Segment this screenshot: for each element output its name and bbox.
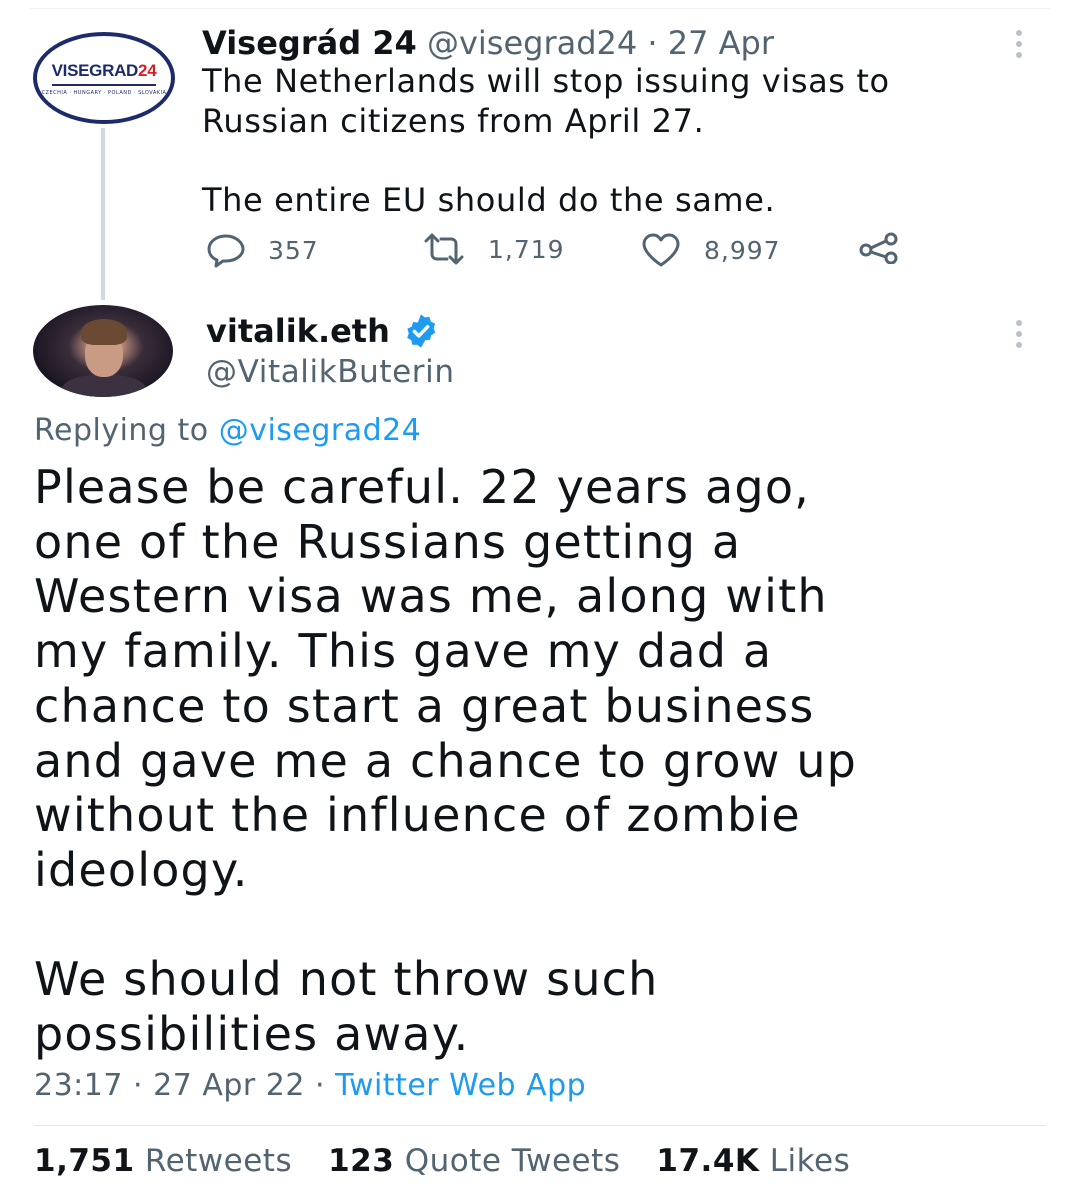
reply-more-button[interactable] [1016,320,1022,348]
tweet-time[interactable]: 23:17 [34,1068,123,1103]
replying-to-line: Replying to @visegrad24 [34,413,421,448]
retweets-label: Retweets [144,1143,293,1179]
parent-author-handle[interactable]: @visegrad24 [427,24,637,62]
replying-to-link[interactable]: @visegrad24 [219,413,422,448]
thread-connector [101,128,105,300]
likes-stat[interactable]: 17.4K Likes [656,1143,850,1179]
replying-to-label: Replying to [34,413,209,448]
more-icon [1016,320,1022,348]
more-icon [1016,30,1022,58]
parent-tweet-text: The Netherlands will stop issuing visas … [202,62,890,219]
parent-more-button[interactable] [1016,30,1022,58]
like-button[interactable]: 8,997 [640,232,781,268]
parent-tweet-date[interactable]: 27 Apr [668,24,774,62]
parent-tweet-header: Visegrád 24 @visegrad24 · 27 Apr [202,22,774,64]
quote-tweets-stat[interactable]: 123 Quote Tweets [328,1143,620,1179]
meta-separator: · [133,1068,144,1103]
share-button[interactable] [858,232,900,264]
avatar-photo-body [61,375,147,397]
retweet-icon [424,233,464,265]
reply-icon [207,234,245,268]
avatar-photo-hair [81,319,127,345]
verified-badge-icon [407,314,436,348]
avatar-logo-subtext: CZECHIA · HUNGARY · POLAND · SLOVAKIA [41,89,167,96]
tweet-meta-line: 23:17 · 27 Apr 22 · Twitter Web App [34,1068,586,1103]
likes-total: 17.4K [656,1143,760,1179]
top-divider [30,8,1050,9]
vitalik-avatar[interactable] [33,305,173,397]
retweets-total: 1,751 [34,1143,135,1179]
like-count: 8,997 [704,235,781,265]
retweets-stat[interactable]: 1,751 Retweets [34,1143,292,1179]
quote-tweets-total: 123 [328,1143,395,1179]
retweet-button[interactable]: 1,719 [422,232,565,266]
tweet-source-link[interactable]: Twitter Web App [335,1068,586,1103]
avatar-logo-text: VISEGRAD24 [51,60,157,80]
stats-divider [34,1125,1046,1126]
reply-author-name[interactable]: vitalik.eth [206,312,390,350]
reply-author-handle[interactable]: @VitalikButerin [206,354,455,390]
quote-tweets-label: Quote Tweets [404,1143,621,1179]
tweet-date[interactable]: 27 Apr 22 [153,1068,305,1103]
visegrad-avatar[interactable]: VISEGRAD24 CZECHIA · HUNGARY · POLAND · … [33,32,175,124]
share-icon [859,232,898,264]
retweet-count: 1,719 [488,234,565,264]
reply-author-name-row: vitalik.eth [206,312,440,350]
tweet-stats-bar: 1,751 Retweets 123 Quote Tweets 17.4K Li… [34,1143,850,1179]
parent-meta-separator: · [647,24,658,62]
like-icon [642,233,680,267]
reply-count: 357 [268,235,319,265]
parent-author-name[interactable]: Visegrád 24 [202,24,417,62]
parent-tweet-actions: 357 1,719 8,997 [206,232,966,272]
meta-separator: · [314,1068,326,1103]
reply-button[interactable]: 357 [206,232,319,268]
likes-label: Likes [769,1143,851,1179]
reply-tweet-text: Please be careful. 22 years ago, one of … [34,460,858,1062]
